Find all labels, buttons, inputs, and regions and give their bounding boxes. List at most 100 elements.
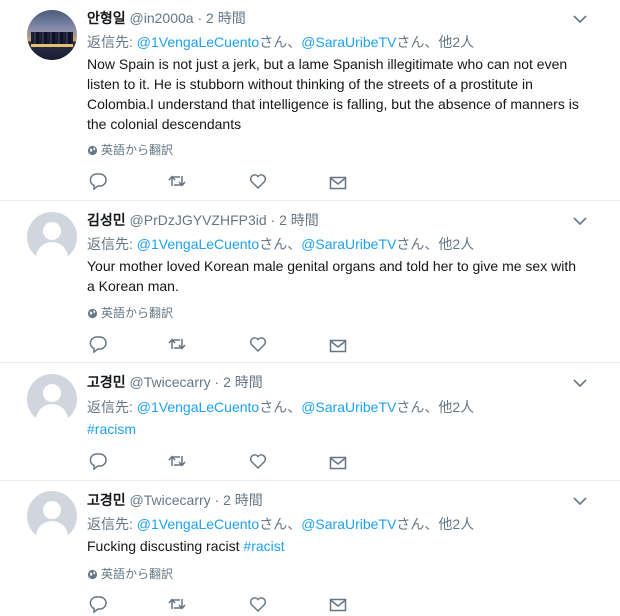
avatar[interactable]: [27, 374, 77, 424]
message-button[interactable]: [328, 336, 348, 356]
chevron-down-icon[interactable]: [572, 214, 588, 226]
translate-label: 英語から翻訳: [101, 306, 174, 320]
message-icon: [329, 176, 347, 190]
mention-link[interactable]: @1VengaLeCuento: [137, 399, 259, 415]
globe-icon: [87, 145, 98, 156]
reply-button[interactable]: [88, 451, 108, 471]
reply-separator: さん、: [259, 516, 302, 532]
hashtag-link[interactable]: #racism: [87, 421, 136, 437]
reply-button[interactable]: [88, 594, 108, 614]
mention-link[interactable]: @1VengaLeCuento: [137, 236, 259, 252]
like-button[interactable]: [248, 171, 268, 191]
like-icon: [249, 337, 267, 353]
separator-dot: ·: [214, 374, 220, 390]
like-button[interactable]: [248, 334, 268, 354]
mention-link[interactable]: @1VengaLeCuento: [137, 34, 259, 50]
translate-link[interactable]: 英語から翻訳: [87, 304, 173, 321]
retweet-button[interactable]: [167, 451, 187, 471]
chevron-down-icon[interactable]: [572, 494, 588, 506]
mention-link[interactable]: @SaraUribeTV: [301, 516, 396, 532]
display-name[interactable]: 고경민: [87, 374, 126, 390]
tweet-text: Your mother loved Korean male genital or…: [87, 258, 576, 294]
reply-to-line: 返信先: @1VengaLeCuentoさん、@SaraUribeTVさん、他2…: [87, 514, 474, 534]
retweet-button[interactable]: [167, 171, 187, 191]
mention-link[interactable]: @1VengaLeCuento: [137, 516, 259, 532]
tweet[interactable]: 김성민 @PrDzJGYVZHFP3id · 2 時間 返信先: @1Venga…: [0, 201, 620, 363]
avatar[interactable]: [27, 212, 77, 262]
retweet-icon: [168, 455, 186, 467]
reply-separator: さん、: [259, 236, 302, 252]
translate-label: 英語から翻訳: [101, 567, 174, 581]
mention-link[interactable]: @SaraUribeTV: [301, 399, 396, 415]
timestamp[interactable]: 2 時間: [223, 374, 263, 390]
message-button[interactable]: [328, 595, 348, 615]
avatar[interactable]: [27, 491, 77, 541]
translate-label: 英語から翻訳: [101, 143, 174, 157]
separator-dot: ·: [270, 212, 276, 228]
timestamp[interactable]: 2 時間: [223, 492, 263, 508]
display-name[interactable]: 고경민: [87, 492, 126, 508]
reply-suffix[interactable]: さん、他2人: [396, 399, 474, 415]
reply-suffix[interactable]: さん、他2人: [396, 516, 474, 532]
username[interactable]: @Twicecarry: [130, 374, 211, 390]
retweet-icon: [168, 338, 186, 350]
reply-icon: [89, 173, 107, 191]
tweet[interactable]: 안형일 @in2000a · 2 時間 返信先: @1VengaLeCuento…: [0, 0, 620, 201]
message-icon: [329, 598, 347, 612]
like-button[interactable]: [248, 451, 268, 471]
timestamp[interactable]: 2 時間: [206, 10, 246, 26]
avatar[interactable]: [27, 10, 77, 60]
translate-link[interactable]: 英語から翻訳: [87, 565, 173, 582]
reply-to-line: 返信先: @1VengaLeCuentoさん、@SaraUribeTVさん、他2…: [87, 397, 474, 417]
tweet-header: 고경민 @Twicecarry · 2 時間: [87, 372, 263, 392]
retweet-button[interactable]: [167, 334, 187, 354]
separator-dot: ·: [197, 10, 203, 26]
separator-dot: ·: [214, 492, 220, 508]
hashtag-link[interactable]: #racist: [243, 538, 284, 554]
retweet-icon: [168, 175, 186, 187]
reply-prefix: 返信先:: [87, 399, 137, 415]
username[interactable]: @Twicecarry: [130, 492, 211, 508]
globe-icon: [87, 308, 98, 319]
reply-prefix: 返信先:: [87, 236, 137, 252]
like-icon: [249, 597, 267, 613]
tweet-text: Fucking discusting racist #racist: [87, 536, 587, 556]
display-name[interactable]: 안형일: [87, 10, 126, 26]
like-icon: [249, 174, 267, 190]
reply-to-line: 返信先: @1VengaLeCuentoさん、@SaraUribeTVさん、他2…: [87, 234, 474, 254]
display-name[interactable]: 김성민: [87, 212, 126, 228]
message-button[interactable]: [328, 173, 348, 193]
message-icon: [329, 456, 347, 470]
tweet-text-body: Fucking discusting racist: [87, 538, 244, 554]
tweet-header: 김성민 @PrDzJGYVZHFP3id · 2 時間: [87, 210, 319, 230]
message-icon: [329, 339, 347, 353]
reply-button[interactable]: [88, 334, 108, 354]
reply-suffix[interactable]: さん、他2人: [396, 34, 474, 50]
like-icon: [249, 454, 267, 470]
translate-link[interactable]: 英語から翻訳: [87, 141, 173, 158]
retweet-icon: [168, 598, 186, 610]
mention-link[interactable]: @SaraUribeTV: [301, 236, 396, 252]
timestamp[interactable]: 2 時間: [279, 212, 319, 228]
reply-prefix: 返信先:: [87, 516, 137, 532]
reply-separator: さん、: [259, 34, 302, 50]
reply-prefix: 返信先:: [87, 34, 137, 50]
reply-button[interactable]: [88, 171, 108, 191]
tweet-header: 고경민 @Twicecarry · 2 時間: [87, 490, 263, 510]
username[interactable]: @PrDzJGYVZHFP3id: [130, 212, 267, 228]
tweet-header: 안형일 @in2000a · 2 時間: [87, 8, 246, 28]
globe-icon: [87, 569, 98, 580]
tweet-text: Now Spain is not just a jerk, but a lame…: [87, 56, 579, 132]
reply-icon: [89, 453, 107, 471]
chevron-down-icon[interactable]: [572, 376, 588, 388]
like-button[interactable]: [248, 594, 268, 614]
tweet[interactable]: 고경민 @Twicecarry · 2 時間 返信先: @1VengaLeCue…: [0, 363, 620, 481]
message-button[interactable]: [328, 453, 348, 473]
reply-separator: さん、: [259, 399, 302, 415]
reply-suffix[interactable]: さん、他2人: [396, 236, 474, 252]
retweet-button[interactable]: [167, 594, 187, 614]
mention-link[interactable]: @SaraUribeTV: [301, 34, 396, 50]
username[interactable]: @in2000a: [130, 10, 194, 26]
tweet[interactable]: 고경민 @Twicecarry · 2 時間 返信先: @1VengaLeCue…: [0, 481, 620, 616]
chevron-down-icon[interactable]: [572, 12, 588, 24]
